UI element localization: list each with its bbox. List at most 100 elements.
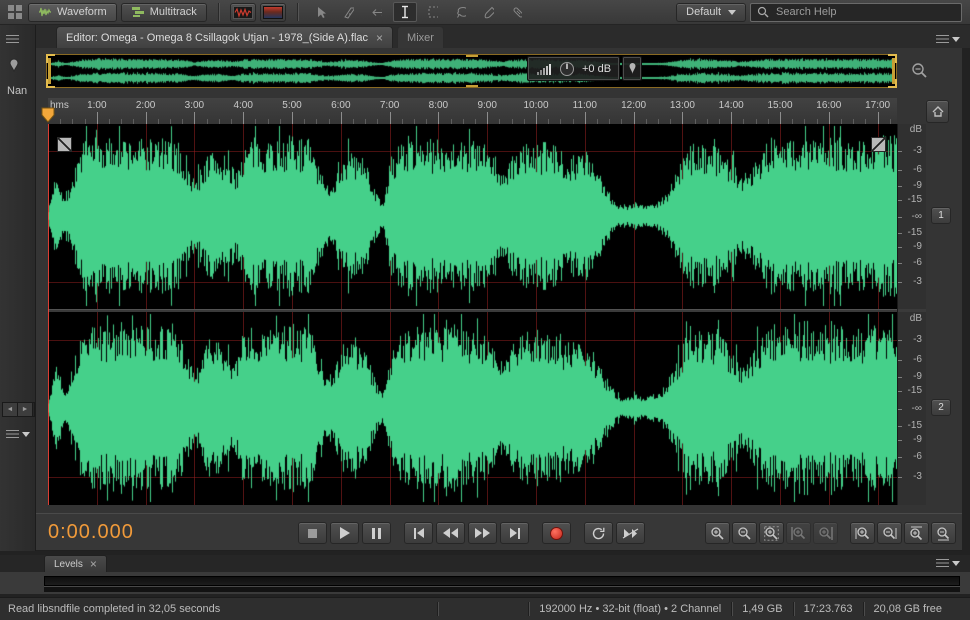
properties-panel-menu-icon[interactable] xyxy=(6,430,30,438)
fast-forward-icon xyxy=(475,528,482,538)
channel-2-waveform[interactable] xyxy=(48,312,897,505)
marquee-selection-tool-button[interactable] xyxy=(421,2,445,22)
channel-divider[interactable] xyxy=(48,309,897,312)
levels-tab[interactable]: Levels × xyxy=(44,555,107,572)
channel-2-button[interactable]: 2 xyxy=(931,399,951,416)
timeline-tick xyxy=(487,112,489,124)
db-scale-label: -15 xyxy=(907,227,922,239)
navigator-corner-handle[interactable] xyxy=(46,54,55,63)
rewind-button[interactable] xyxy=(436,522,465,544)
channel-1-waveform[interactable] xyxy=(48,124,897,309)
overview-waveform[interactable] xyxy=(49,57,894,85)
timeline-label: 3:00 xyxy=(184,100,205,111)
mixer-tab-label: Mixer xyxy=(407,31,434,44)
record-button[interactable] xyxy=(542,522,571,544)
time-display[interactable]: 0:00.000 xyxy=(48,521,134,544)
marker-pin-icon[interactable] xyxy=(8,58,20,73)
db-scale-label: -6 xyxy=(913,354,922,366)
gain-knob-icon[interactable] xyxy=(559,61,575,77)
zoom-horizontal-out-button[interactable] xyxy=(877,522,902,544)
toolbar-separator xyxy=(217,3,219,21)
db-scale-label: -3 xyxy=(913,333,922,345)
skip-selection-button[interactable] xyxy=(616,522,645,544)
lasso-selection-tool-button[interactable] xyxy=(449,2,473,22)
status-duration: 17:23.763 xyxy=(803,603,853,615)
db-scale-label: -∞ xyxy=(911,210,922,222)
stop-button[interactable] xyxy=(298,522,327,544)
lasso-tool-icon xyxy=(456,6,466,18)
gain-value[interactable]: +0 dB xyxy=(582,63,611,75)
timeline-tick xyxy=(682,112,684,124)
scroll-right-arrow-icon[interactable]: ► xyxy=(18,403,33,416)
zoom-in-button[interactable] xyxy=(705,522,730,544)
db-scale-label: -6 xyxy=(913,450,922,462)
editor-panel-menu-icon[interactable] xyxy=(936,35,960,43)
mixer-tab[interactable]: Mixer xyxy=(397,26,444,48)
spot-healing-brush-tool-button[interactable] xyxy=(505,2,529,22)
pause-button[interactable] xyxy=(362,522,391,544)
close-icon[interactable]: × xyxy=(376,32,383,44)
zoom-vertical-out-button[interactable] xyxy=(931,522,956,544)
levels-panel-menu-icon[interactable] xyxy=(936,559,960,567)
amplitude-scale[interactable]: dB -3 -6 -9 -15 -∞ -15 -9 -6 -3 dB -3 -6 -9 -15 -∞ -15 -… xyxy=(897,124,926,505)
navigator-corner-handle[interactable] xyxy=(888,79,897,88)
workspace-dropdown[interactable]: Default xyxy=(676,2,746,22)
zoom-horizontal-in-button[interactable] xyxy=(850,522,875,544)
waveform-display[interactable] xyxy=(48,124,897,505)
audition-window: Waveform Multitrack Default Search Help … xyxy=(0,0,970,620)
razor-tool-button[interactable] xyxy=(337,2,361,22)
scroll-left-arrow-icon[interactable]: ◄ xyxy=(3,403,18,416)
navigator-corner-handle[interactable] xyxy=(46,79,55,88)
playhead-caret[interactable] xyxy=(41,107,55,123)
status-separator xyxy=(528,602,530,616)
zoom-to-selection-button[interactable] xyxy=(759,522,784,544)
status-separator xyxy=(792,602,794,616)
timeline-tick xyxy=(389,112,391,124)
marquee-tool-icon xyxy=(428,6,438,18)
zoom-in-at-in-point-button[interactable] xyxy=(786,522,811,544)
paintbrush-selection-tool-button[interactable] xyxy=(477,2,501,22)
fade-out-handle[interactable] xyxy=(871,137,886,152)
hud-pin-button[interactable] xyxy=(622,56,643,81)
hud-body: +0 dB xyxy=(527,56,621,81)
markers-horizontal-scrollbar[interactable]: ◄ ► xyxy=(2,402,35,417)
play-button[interactable] xyxy=(330,522,359,544)
markers-panel-menu-icon[interactable] xyxy=(6,35,19,43)
fast-forward-button[interactable] xyxy=(468,522,497,544)
zoom-vertical-in-button[interactable] xyxy=(904,522,929,544)
skip-to-start-button[interactable] xyxy=(404,522,433,544)
navigator-top-handle[interactable] xyxy=(465,55,478,57)
search-help-input[interactable] xyxy=(774,5,955,19)
skip-to-end-button[interactable] xyxy=(500,522,529,544)
editor-tab[interactable]: Editor: Omega - Omega 8 Csillagok Utjan … xyxy=(56,26,394,48)
zoom-navigator[interactable] xyxy=(46,54,897,88)
multitrack-view-button[interactable]: Multitrack xyxy=(120,2,207,22)
multitrack-view-label: Multitrack xyxy=(149,6,197,18)
slip-tool-button[interactable] xyxy=(365,2,389,22)
zoom-in-at-out-point-button[interactable] xyxy=(813,522,838,544)
db-scale-label: -3 xyxy=(913,276,922,288)
waveform-view-button[interactable]: Waveform xyxy=(28,2,117,22)
level-meter-icon xyxy=(537,63,551,75)
loop-playback-button[interactable] xyxy=(584,522,613,544)
home-button[interactable] xyxy=(926,100,949,123)
channel-1-button[interactable]: 1 xyxy=(931,207,951,224)
timeline-ruler[interactable]: 1:00 2:00 3:00 4:00 5:00 6:00 7:00 8:00 9:00 10:0… xyxy=(41,98,897,124)
navigator-bottom-handle[interactable] xyxy=(465,85,478,87)
playhead-line[interactable] xyxy=(48,124,49,505)
skip-end-icon xyxy=(517,527,520,539)
timeline-tick xyxy=(96,112,98,124)
move-tool-button[interactable] xyxy=(309,2,333,22)
timeline-tick xyxy=(243,112,245,124)
fade-in-handle[interactable] xyxy=(57,137,72,152)
navigator-corner-handle[interactable] xyxy=(888,54,897,63)
time-selection-tool-button[interactable] xyxy=(392,2,417,22)
timeline-label: 14:00 xyxy=(718,100,744,111)
waveform-display-button[interactable] xyxy=(229,2,256,22)
close-icon[interactable]: × xyxy=(90,558,97,570)
zoom-out-button[interactable] xyxy=(732,522,757,544)
stop-icon xyxy=(308,528,317,538)
zoom-out-full-button[interactable] xyxy=(905,61,927,81)
status-separator xyxy=(731,602,733,616)
spectral-display-button[interactable] xyxy=(259,2,286,22)
